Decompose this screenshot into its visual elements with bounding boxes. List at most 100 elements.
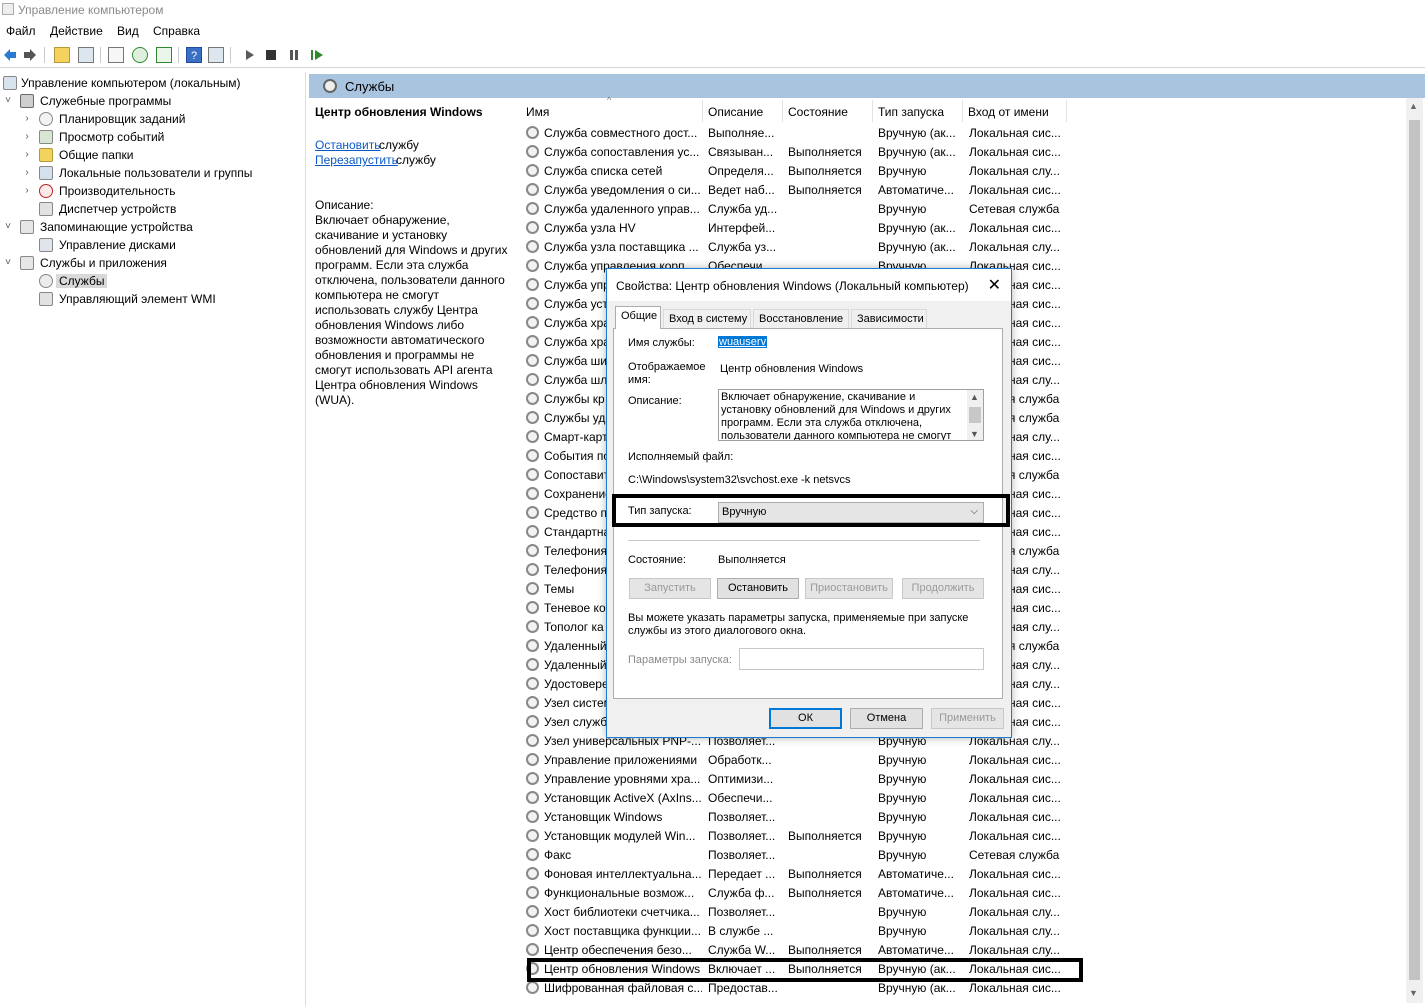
service-description: Интерфей... — [708, 221, 776, 235]
selected-service-title: Центр обновления Windows — [315, 105, 483, 119]
gear-icon — [526, 810, 539, 823]
column-startup-type[interactable]: Тип запуска — [872, 102, 962, 122]
table-row[interactable]: Служба удаленного управ... Служба уд... Вр… — [520, 199, 1406, 218]
service-description: Выполняе... — [708, 126, 775, 140]
restart-service-icon[interactable] — [309, 47, 325, 63]
menu-file[interactable]: Файл — [6, 24, 36, 38]
service-name: Управление приложениями — [544, 753, 698, 767]
show-hide-tree-icon[interactable] — [78, 47, 94, 63]
expand-icon[interactable]: › — [22, 113, 32, 124]
table-row[interactable]: Центр обеспечения безо... Служба W... Выпо… — [520, 940, 1406, 959]
column-name[interactable]: Имя ^ — [520, 95, 703, 122]
apply-button[interactable]: Применить — [931, 708, 1004, 729]
service-name: Хост поставщика функции... — [544, 924, 701, 938]
gear-icon — [526, 905, 539, 918]
tab-logon[interactable]: Вход в систему — [663, 309, 751, 328]
properties-icon[interactable] — [108, 47, 124, 63]
expand-icon[interactable]: › — [22, 185, 32, 196]
gear-icon — [526, 240, 539, 253]
collapse-icon[interactable]: ˅ — [3, 95, 13, 106]
table-row[interactable]: Управление уровнями хра... Оптимизи... Вру… — [520, 769, 1406, 788]
window-title: Управление компьютером — [18, 3, 164, 17]
service-logon: Сетевая служба — [969, 202, 1060, 216]
table-row[interactable]: Шифрованная файловая с... Предостав... Вру… — [520, 978, 1406, 997]
service-name-value[interactable]: wuauserv — [718, 336, 768, 348]
table-row[interactable]: Служба совместного дост... Выполняе... Вру… — [520, 123, 1406, 142]
tab-recovery[interactable]: Восстановление — [753, 309, 849, 328]
table-row[interactable]: Установщик Windows Позволяет... Вручную Лок… — [520, 807, 1406, 826]
stop-service-icon[interactable] — [263, 47, 279, 63]
display-name-value[interactable]: Центр обновления Windows — [720, 363, 863, 375]
service-logon: Локальная сис... — [969, 962, 1061, 976]
ok-button[interactable]: ОК — [769, 708, 842, 729]
expand-icon[interactable]: › — [22, 167, 32, 178]
scroll-up-icon[interactable]: ▲ — [1409, 101, 1418, 111]
service-description: Предостав... — [708, 981, 778, 995]
chevron-up-icon[interactable]: ▲ — [970, 392, 979, 402]
pause-button[interactable]: Приостановить — [805, 578, 893, 599]
service-logon: Локальная сис... — [969, 753, 1061, 767]
table-row[interactable]: Установщик модулей Win... Позволяет... Вып… — [520, 826, 1406, 845]
chevron-down-icon[interactable]: ▼ — [970, 429, 979, 439]
collapse-icon[interactable]: ˅ — [3, 221, 13, 232]
gear-icon — [526, 468, 539, 481]
restart-service-link[interactable]: Перезапустить — [315, 153, 398, 167]
menu-action[interactable]: Действие — [50, 24, 103, 38]
service-status: Выполняется — [788, 943, 862, 957]
stop-service-link[interactable]: Остановить — [315, 138, 381, 152]
pause-service-icon[interactable] — [286, 47, 302, 63]
expand-icon[interactable]: › — [22, 131, 32, 142]
chevron-down-icon: ⌵ — [970, 506, 978, 517]
table-row[interactable]: Хост библиотеки счетчика... Позволяет... В… — [520, 902, 1406, 921]
table-row[interactable]: Факс Позволяет... Вручную Сетевая служба — [520, 845, 1406, 864]
refresh-icon[interactable] — [132, 47, 148, 63]
forward-icon[interactable] — [22, 47, 38, 63]
stop-button[interactable]: Остановить — [717, 578, 799, 599]
table-row[interactable]: Установщик ActiveX (AxIns... Обеспечи... В… — [520, 788, 1406, 807]
menu-view[interactable]: Вид — [117, 24, 139, 38]
start-button[interactable]: Запустить — [629, 578, 711, 599]
scrollbar-thumb[interactable] — [1409, 120, 1420, 980]
menu-help[interactable]: Справка — [153, 24, 200, 38]
expand-icon[interactable]: › — [22, 149, 32, 160]
service-status: Выполняется — [788, 886, 862, 900]
help-icon[interactable]: ? — [186, 47, 202, 63]
table-row[interactable]: Служба узла HV Интерфей... Вручную (ак... Л… — [520, 218, 1406, 237]
start-service-icon[interactable] — [242, 47, 258, 63]
vertical-scrollbar[interactable]: ▲ ▼ — [1406, 98, 1423, 1003]
start-params-input[interactable] — [739, 648, 984, 670]
service-description: Позволяет... — [708, 829, 776, 843]
table-row[interactable]: Служба узла поставщика ... Служба уз... Вр… — [520, 237, 1406, 256]
service-name: Установщик модулей Win... — [544, 829, 696, 843]
gear-icon — [526, 658, 539, 671]
table-row[interactable]: Центр обновления Windows Включает ... Выпо… — [520, 959, 1406, 978]
up-folder-icon[interactable] — [54, 47, 70, 63]
table-row[interactable]: Фоновая интеллектуальна... Передает ... Вы… — [520, 864, 1406, 883]
resume-button[interactable]: Продолжить — [902, 578, 984, 599]
gear-icon — [526, 715, 539, 728]
service-description: Служба уз... — [708, 240, 777, 254]
tab-general[interactable]: Общие — [615, 306, 661, 329]
scroll-down-icon[interactable]: ▼ — [1409, 988, 1418, 998]
table-row[interactable]: Служба уведомления о си... Ведет наб... Вы… — [520, 180, 1406, 199]
table-row[interactable]: Функциональные возмож... Служба ф... Выпол… — [520, 883, 1406, 902]
cancel-button[interactable]: Отмена — [850, 708, 923, 729]
table-row[interactable]: Управление приложениями Обработк... Вручну… — [520, 750, 1406, 769]
column-logon-as[interactable]: Вход от имени — [962, 102, 1066, 122]
close-icon[interactable]: ✕ — [988, 275, 1001, 295]
startup-type-dropdown[interactable]: Вручную ⌵ — [718, 502, 984, 523]
table-row[interactable]: Служба списка сетей Определя... Выполняетс… — [520, 161, 1406, 180]
table-row[interactable]: Служба сопоставления ус... Связыван... Вып… — [520, 142, 1406, 161]
tab-dependencies[interactable]: Зависимости — [851, 309, 927, 328]
show-action-pane-icon[interactable] — [208, 47, 224, 63]
table-row[interactable]: Хост поставщика функции... В службе ... Вр… — [520, 921, 1406, 940]
export-list-icon[interactable] — [156, 47, 172, 63]
service-startup-type: Автоматиче... — [878, 886, 954, 900]
back-icon[interactable] — [2, 47, 18, 63]
description-scrollbar[interactable]: ▲ ▼ — [967, 390, 983, 440]
description-box[interactable]: Включает обнаружение, скачивание и устан… — [718, 389, 984, 441]
column-status[interactable]: Состояние — [782, 102, 872, 122]
column-description[interactable]: Описание — [702, 102, 782, 122]
dialog-title: Свойства: Центр обновления Windows (Лока… — [616, 279, 969, 293]
collapse-icon[interactable]: ˅ — [3, 257, 13, 268]
